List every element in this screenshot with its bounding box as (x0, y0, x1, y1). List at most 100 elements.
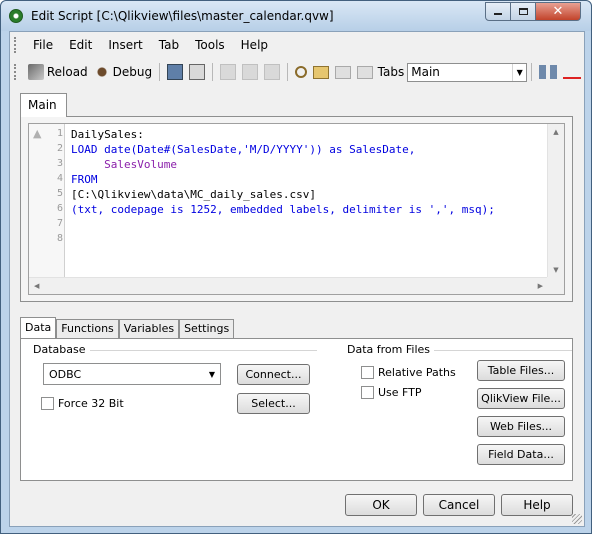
syntax-check-icon (563, 65, 582, 79)
reload-label: Reload (46, 65, 88, 79)
horizontal-scrollbar[interactable]: ◀ ▶ (29, 277, 548, 294)
vertical-scrollbar[interactable]: ▲ ▼ (547, 124, 564, 278)
find-button[interactable] (292, 64, 310, 80)
tab-data[interactable]: Data (20, 317, 57, 339)
copy-icon (241, 64, 258, 80)
resize-grip-icon[interactable] (572, 514, 582, 524)
code-line: SalesVolume (71, 158, 177, 171)
force-32-bit-checkbox[interactable]: Force 32 Bit (41, 397, 124, 410)
relative-paths-checkbox[interactable]: Relative Paths (361, 366, 456, 379)
scroll-right-icon[interactable]: ▶ (538, 282, 543, 290)
menu-tools[interactable]: Tools (187, 36, 233, 54)
tabs-label: Tabs (377, 65, 405, 79)
qlikview-file-button[interactable]: QlikView File... (477, 388, 565, 409)
debug-button[interactable]: Debug (91, 62, 155, 82)
data-tab-panel: Database Data from Files ODBC ▼ Connect.… (20, 338, 573, 481)
paste-icon (263, 64, 280, 80)
toolbar-separator (211, 63, 213, 81)
menu-edit[interactable]: Edit (61, 36, 100, 54)
tab-variables[interactable]: Variables (118, 319, 180, 338)
help-button[interactable]: Help (501, 494, 573, 516)
cancel-button[interactable]: Cancel (423, 494, 495, 516)
print-icon (188, 64, 205, 80)
chevron-down-icon: ▼ (512, 63, 526, 81)
minimize-button[interactable] (485, 2, 511, 21)
checkbox-box (41, 397, 54, 410)
tab-main[interactable]: Main (20, 93, 67, 117)
group-divider (426, 350, 572, 351)
chevron-down-icon: ▼ (208, 370, 215, 379)
print-button[interactable] (186, 62, 208, 82)
force-32-bit-label: Force 32 Bit (58, 397, 124, 410)
edit-script-window: Edit Script [C:\Qlikview\files\master_ca… (0, 0, 592, 534)
line-number-gutter: ▲ 1 2 3 4 5 6 7 8 (29, 124, 65, 278)
table-files-button[interactable]: Table Files... (477, 360, 565, 381)
code-line: [C:\Qlikview\data\MC_daily_sales.csv] (71, 188, 317, 201)
tab-right-button[interactable] (354, 64, 376, 81)
line-number: 7 (56, 218, 63, 229)
save-button[interactable] (164, 62, 186, 82)
code-line: FROM (71, 173, 98, 186)
code-line: DailySales: (71, 128, 144, 141)
checkbox-box (361, 366, 374, 379)
connect-button[interactable]: Connect... (237, 364, 310, 385)
swap-button[interactable] (536, 63, 560, 81)
web-files-button[interactable]: Web Files... (477, 416, 565, 437)
menu-insert[interactable]: Insert (100, 36, 150, 54)
tab-functions[interactable]: Functions (56, 319, 119, 338)
use-ftp-checkbox[interactable]: Use FTP (361, 386, 422, 399)
maximize-button[interactable] (510, 2, 536, 21)
close-icon: ✕ (552, 4, 564, 19)
toolbar-separator (531, 63, 533, 81)
minimize-icon (494, 13, 502, 15)
wrench-icon: ▲ (33, 127, 42, 140)
select-button[interactable]: Select... (237, 393, 310, 414)
debug-icon (93, 64, 110, 80)
syntax-check-button[interactable] (560, 63, 584, 81)
bottom-tab-strip: Data Functions Variables Settings (20, 317, 235, 339)
maximize-icon (518, 8, 528, 15)
folder-icon (312, 65, 329, 79)
paste-button[interactable] (261, 62, 283, 82)
checkbox-box (361, 386, 374, 399)
tab-left-button[interactable] (332, 64, 354, 81)
code-line: (txt, codepage is 1252, embedded labels,… (71, 203, 495, 216)
reload-button[interactable]: Reload (25, 62, 91, 82)
tabs-dropdown-value: Main (411, 65, 440, 79)
close-button[interactable]: ✕ (535, 2, 581, 21)
use-ftp-label: Use FTP (378, 386, 422, 399)
menu-file[interactable]: File (25, 36, 61, 54)
menu-bar: File Edit Insert Tab Tools Help (10, 32, 584, 58)
line-number: 5 (56, 188, 63, 199)
script-editor[interactable]: ▲ 1 2 3 4 5 6 7 8 DailySales: LOAD date(… (28, 123, 565, 295)
swap-icon (539, 65, 558, 79)
database-dropdown[interactable]: ODBC ▼ (43, 363, 221, 385)
cut-icon (219, 64, 236, 80)
menu-help[interactable]: Help (233, 36, 276, 54)
title-bar[interactable]: Edit Script [C:\Qlikview\files\master_ca… (1, 1, 591, 31)
window-title: Edit Script [C:\Qlikview\files\master_ca… (31, 9, 334, 23)
field-data-button[interactable]: Field Data... (477, 444, 565, 465)
scroll-left-icon[interactable]: ◀ (34, 282, 39, 290)
debug-label: Debug (112, 65, 153, 79)
line-number: 8 (56, 233, 63, 244)
toolbar-grip-icon (14, 64, 17, 80)
database-label: Database (33, 343, 90, 356)
toolbar-separator (159, 63, 160, 81)
tab-left-icon (334, 65, 351, 79)
open-folder-button[interactable] (310, 64, 332, 81)
cut-button[interactable] (217, 62, 239, 82)
tab-right-icon (356, 65, 373, 79)
group-divider (81, 350, 317, 351)
copy-button[interactable] (239, 62, 261, 82)
magnifier-icon (294, 66, 307, 78)
ok-button[interactable]: OK (345, 494, 417, 516)
menu-tab[interactable]: Tab (151, 36, 187, 54)
data-from-files-label: Data from Files (347, 343, 434, 356)
tabs-dropdown[interactable]: Main ▼ (407, 62, 528, 82)
code-line: LOAD date(Date#(SalesDate,'M/D/YYYY')) a… (71, 143, 416, 156)
line-number: 3 (56, 158, 63, 169)
scroll-up-icon[interactable]: ▲ (548, 128, 564, 136)
scroll-down-icon[interactable]: ▼ (548, 266, 564, 274)
tab-settings[interactable]: Settings (179, 319, 235, 338)
